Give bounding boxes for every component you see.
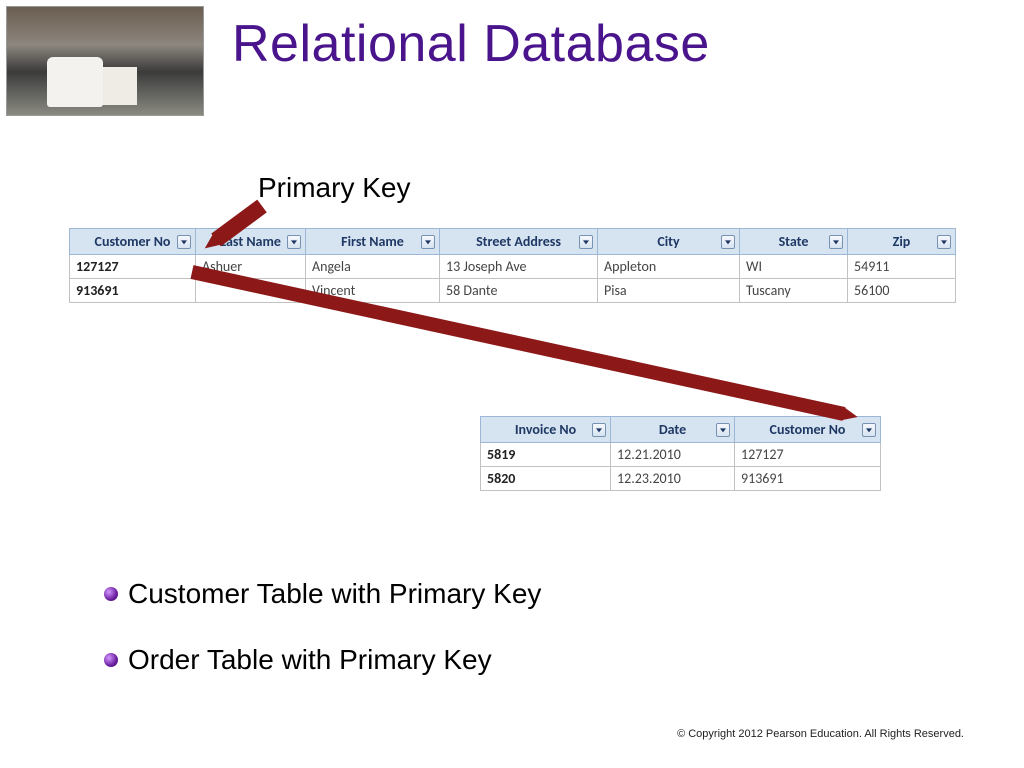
col-label: Invoice No: [515, 421, 576, 438]
col-header: First Name: [306, 229, 440, 255]
col-label: First Name: [341, 233, 404, 250]
col-label: City: [657, 233, 679, 250]
cell: 12.21.2010: [611, 443, 735, 467]
table-row: 127127 Ashuer Angela 13 Joseph Ave Apple…: [70, 255, 956, 279]
col-header: Customer No: [735, 417, 881, 443]
col-header: City: [598, 229, 740, 255]
customer-table: Customer No Last Name First Name Street …: [69, 228, 956, 303]
col-label: Zip: [893, 233, 911, 250]
col-label: Date: [659, 421, 686, 438]
order-table: Invoice No Date Customer No 5819 12.21.2…: [480, 416, 881, 491]
cell: Angela: [306, 255, 440, 279]
bullet-icon: [104, 653, 118, 667]
dropdown-icon[interactable]: [829, 235, 843, 249]
cell: 13 Joseph Ave: [440, 255, 598, 279]
header-photo: [6, 6, 204, 116]
col-label: Last Name: [220, 233, 281, 250]
copyright-footer: © Copyright 2012 Pearson Education. All …: [677, 728, 964, 740]
primary-key-label: Primary Key: [258, 172, 410, 204]
slide-title: Relational Database: [232, 14, 710, 74]
bullet-icon: [104, 587, 118, 601]
cell: 913691: [70, 279, 196, 303]
cell: Ashuer: [196, 255, 306, 279]
col-header: Date: [611, 417, 735, 443]
dropdown-icon[interactable]: [177, 235, 191, 249]
cell: WI: [740, 255, 848, 279]
cell: 913691: [735, 467, 881, 491]
cell: 56100: [848, 279, 956, 303]
dropdown-icon[interactable]: [592, 423, 606, 437]
col-header: Invoice No: [481, 417, 611, 443]
col-label: Customer No: [770, 421, 846, 438]
col-header: Zip: [848, 229, 956, 255]
cell: 5820: [481, 467, 611, 491]
cell: [196, 279, 306, 303]
col-label: Customer No: [95, 233, 171, 250]
dropdown-icon[interactable]: [287, 235, 301, 249]
bullet-text: Order Table with Primary Key: [128, 644, 492, 676]
col-header: State: [740, 229, 848, 255]
cell: 127127: [70, 255, 196, 279]
cell: Appleton: [598, 255, 740, 279]
table-row: 913691 Vincent 58 Dante Pisa Tuscany 561…: [70, 279, 956, 303]
cell: 58 Dante: [440, 279, 598, 303]
dropdown-icon[interactable]: [716, 423, 730, 437]
dropdown-icon[interactable]: [579, 235, 593, 249]
bullet-list: Customer Table with Primary Key Order Ta…: [104, 578, 541, 710]
table-row: 5820 12.23.2010 913691: [481, 467, 881, 491]
bullet-text: Customer Table with Primary Key: [128, 578, 541, 610]
cell: Tuscany: [740, 279, 848, 303]
col-label: State: [779, 233, 809, 250]
dropdown-icon[interactable]: [721, 235, 735, 249]
cell: Pisa: [598, 279, 740, 303]
cell: 127127: [735, 443, 881, 467]
list-item: Order Table with Primary Key: [104, 644, 541, 676]
dropdown-icon[interactable]: [937, 235, 951, 249]
table-row: 5819 12.21.2010 127127: [481, 443, 881, 467]
col-header: Last Name: [196, 229, 306, 255]
cell: 5819: [481, 443, 611, 467]
col-header: Customer No: [70, 229, 196, 255]
col-label: Street Address: [476, 233, 561, 250]
cell: Vincent: [306, 279, 440, 303]
cell: 54911: [848, 255, 956, 279]
col-header: Street Address: [440, 229, 598, 255]
cell: 12.23.2010: [611, 467, 735, 491]
list-item: Customer Table with Primary Key: [104, 578, 541, 610]
dropdown-icon[interactable]: [421, 235, 435, 249]
dropdown-icon[interactable]: [862, 423, 876, 437]
